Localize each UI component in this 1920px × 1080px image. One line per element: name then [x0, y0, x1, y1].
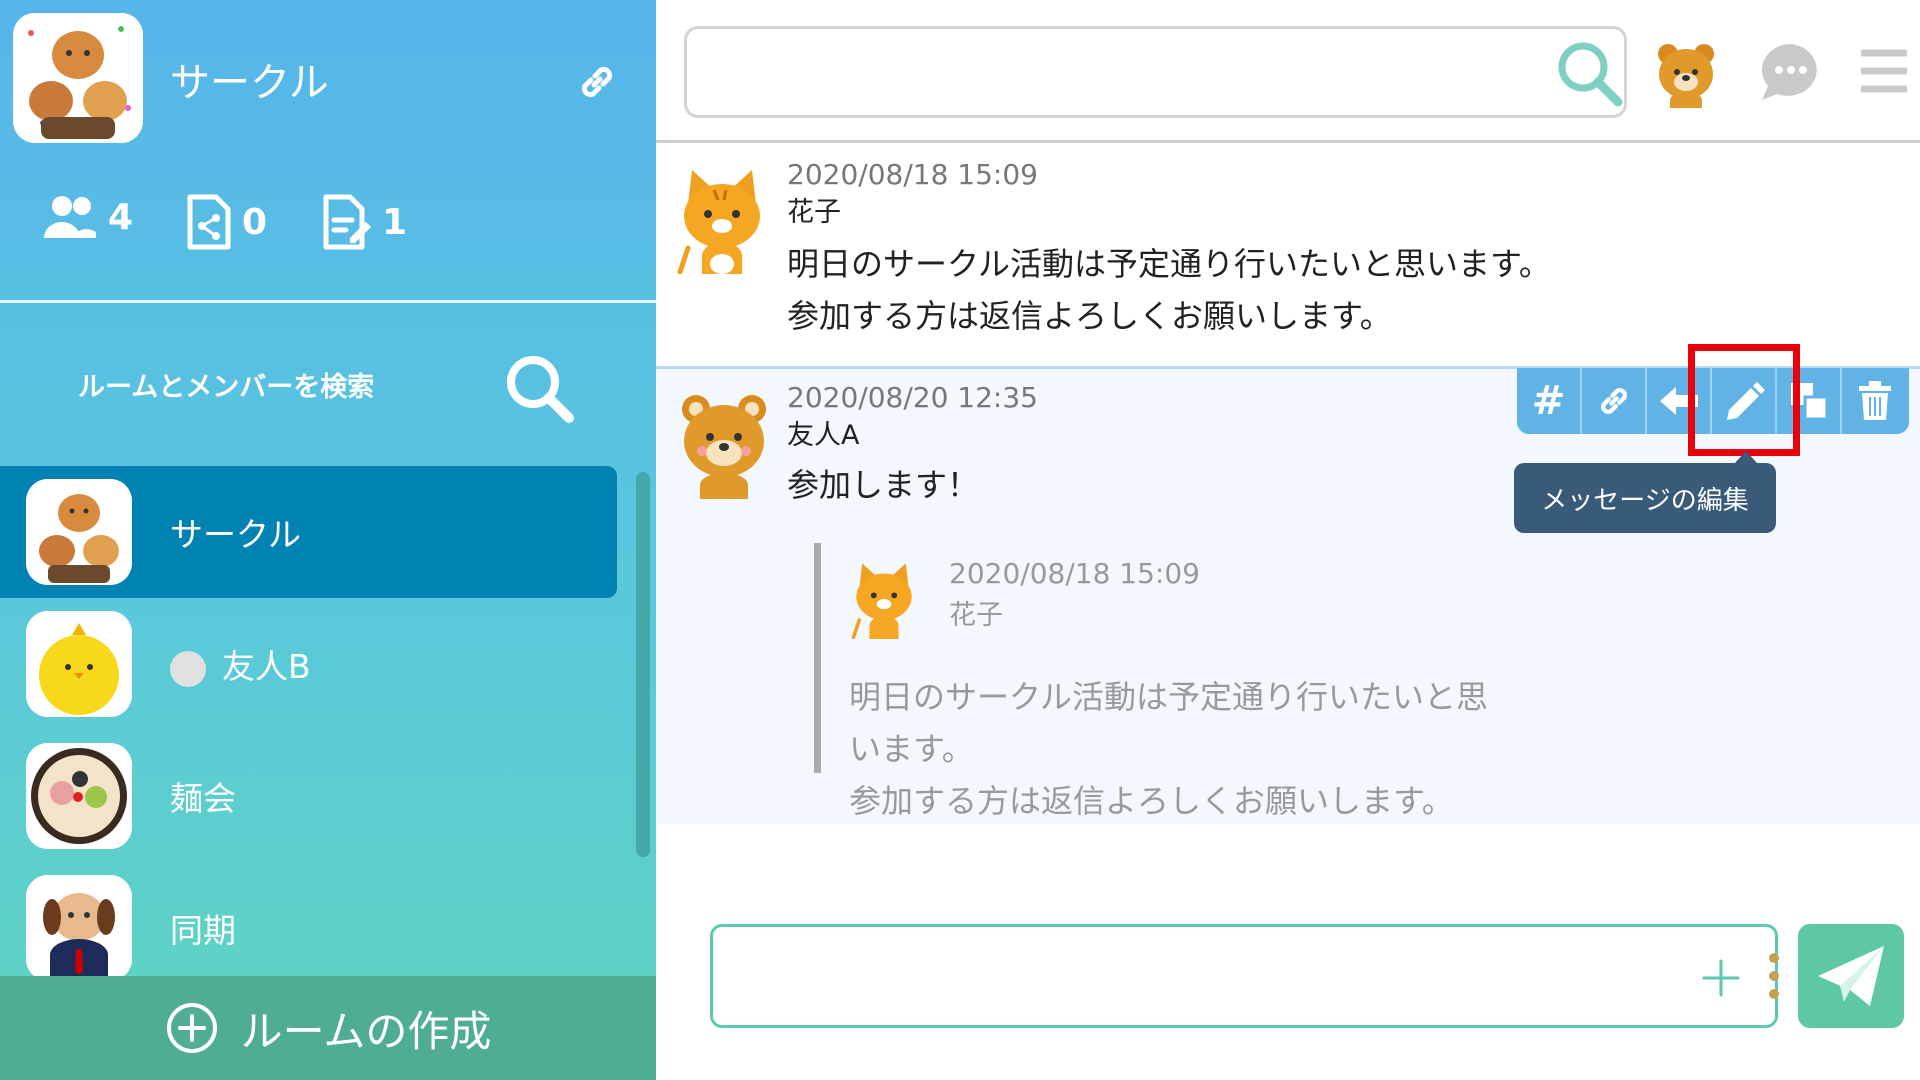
edit-button-highlight	[1688, 344, 1800, 456]
search-icon[interactable]	[1554, 38, 1624, 108]
send-button[interactable]	[1798, 924, 1904, 1028]
message-input[interactable]	[710, 924, 1778, 1028]
message-item-hovered[interactable]: 2020/08/20 12:35 友人A 参加します！ 2020/08/18 1…	[656, 344, 1920, 824]
member-count-value: 4	[108, 196, 134, 238]
room-name: 友人B	[170, 640, 311, 688]
room-name: 同期	[170, 911, 236, 950]
room-name: サークル	[170, 515, 302, 554]
message-timestamp: 2020/08/20 12:35	[787, 381, 1038, 414]
author-avatar[interactable]	[674, 164, 770, 274]
quoted-author: 花子	[949, 600, 1003, 631]
room-avatar-colleagues	[26, 875, 132, 976]
app-window: サークル 4 0 1 ルームとメンバーを検索 サークル 友人B 麺会 同期 ルー…	[0, 0, 1920, 1080]
room-name-text: 友人B	[222, 647, 311, 686]
message-author[interactable]: 花子	[787, 190, 841, 229]
quoted-message[interactable]: 2020/08/18 15:09 花子 明日のサークル活動は予定通り行いたいと思…	[814, 543, 1514, 820]
room-title: サークル	[170, 60, 329, 106]
message-search-input[interactable]	[684, 26, 1627, 118]
note-count-value: 1	[382, 201, 408, 243]
room-header: サークル 4 0 1	[0, 0, 656, 300]
create-room-button[interactable]: ルームの作成	[0, 976, 656, 1080]
room-item-colleagues[interactable]: 同期	[0, 862, 617, 976]
message-item[interactable]: 2020/08/18 15:09 花子 明日のサークル活動は予定通り行いたいと思…	[656, 146, 1920, 366]
room-avatar[interactable]	[13, 13, 143, 143]
author-avatar[interactable]	[676, 389, 772, 499]
file-share-icon	[187, 194, 231, 250]
attach-plus-icon[interactable]	[1700, 957, 1742, 999]
create-room-label: ルームの作成	[240, 1006, 492, 1056]
quoted-line: 明日のサークル活動は予定通り行いたいと思います。	[849, 678, 1489, 768]
user-avatar[interactable]	[1654, 40, 1718, 108]
note-icon	[323, 194, 371, 250]
message-line: 参加します！	[787, 466, 980, 504]
room-list: サークル 友人B 麺会 同期	[0, 466, 656, 976]
room-member-search-label[interactable]: ルームとメンバーを検索	[78, 365, 374, 404]
search-icon[interactable]	[503, 352, 575, 424]
quoted-timestamp: 2020/08/18 15:09	[949, 557, 1200, 590]
delete-message-button[interactable]	[1842, 368, 1907, 434]
message-body: 参加します！	[787, 459, 979, 511]
copy-link-button[interactable]	[1582, 368, 1647, 434]
quoted-body: 明日のサークル活動は予定通り行いたいと思います。 参加する方は返信よろしくお願い…	[849, 671, 1514, 827]
chat-bubble-icon[interactable]	[1758, 40, 1824, 104]
chat-main: 2020/08/18 15:09 花子 明日のサークル活動は予定通り行いたいと思…	[656, 0, 1920, 1080]
hash-icon: #	[1531, 378, 1566, 424]
add-circle-icon	[166, 1003, 217, 1053]
members-icon	[44, 196, 96, 238]
hamburger-menu-icon[interactable]	[1861, 48, 1907, 94]
sidebar: サークル 4 0 1 ルームとメンバーを検索 サークル 友人B 麺会 同期 ルー…	[0, 0, 656, 1080]
room-item-circle[interactable]: サークル	[0, 466, 617, 598]
presence-status-dot	[170, 650, 206, 687]
header-divider	[0, 300, 656, 303]
message-line: 参加する方は返信よろしくお願いします。	[787, 297, 1392, 335]
room-item-friend-b[interactable]: 友人B	[0, 598, 617, 730]
edit-message-tooltip: メッセージの編集	[1514, 463, 1776, 533]
quoted-author-avatar	[851, 563, 912, 639]
more-options-icon[interactable]	[1764, 950, 1784, 1002]
room-link-icon[interactable]	[575, 60, 619, 104]
file-count[interactable]: 0	[186, 194, 267, 250]
trash-icon	[1858, 381, 1891, 420]
paper-plane-icon	[1818, 946, 1884, 1006]
message-author[interactable]: 友人A	[787, 413, 859, 452]
room-item-noodle[interactable]: 麺会	[0, 730, 617, 862]
room-avatar-noodle	[26, 743, 132, 849]
room-list-scrollbar[interactable]	[636, 472, 650, 857]
message-timestamp: 2020/08/18 15:09	[787, 158, 1038, 191]
quoted-line: 参加する方は返信よろしくお願いします。	[849, 782, 1454, 820]
message-body: 明日のサークル活動は予定通り行いたいと思います。 参加する方は返信よろしくお願い…	[787, 238, 1551, 342]
message-line: 明日のサークル活動は予定通り行いたいと思います。	[787, 245, 1551, 283]
link-icon	[1600, 388, 1627, 414]
note-count[interactable]: 1	[322, 194, 407, 250]
room-name: 麺会	[170, 779, 236, 818]
room-avatar-circle	[26, 479, 132, 585]
file-count-value: 0	[242, 201, 268, 243]
room-avatar-friend-b	[26, 611, 132, 717]
member-count[interactable]: 4	[42, 194, 133, 240]
hashtag-button[interactable]: #	[1517, 368, 1582, 434]
top-bar	[656, 0, 1920, 143]
